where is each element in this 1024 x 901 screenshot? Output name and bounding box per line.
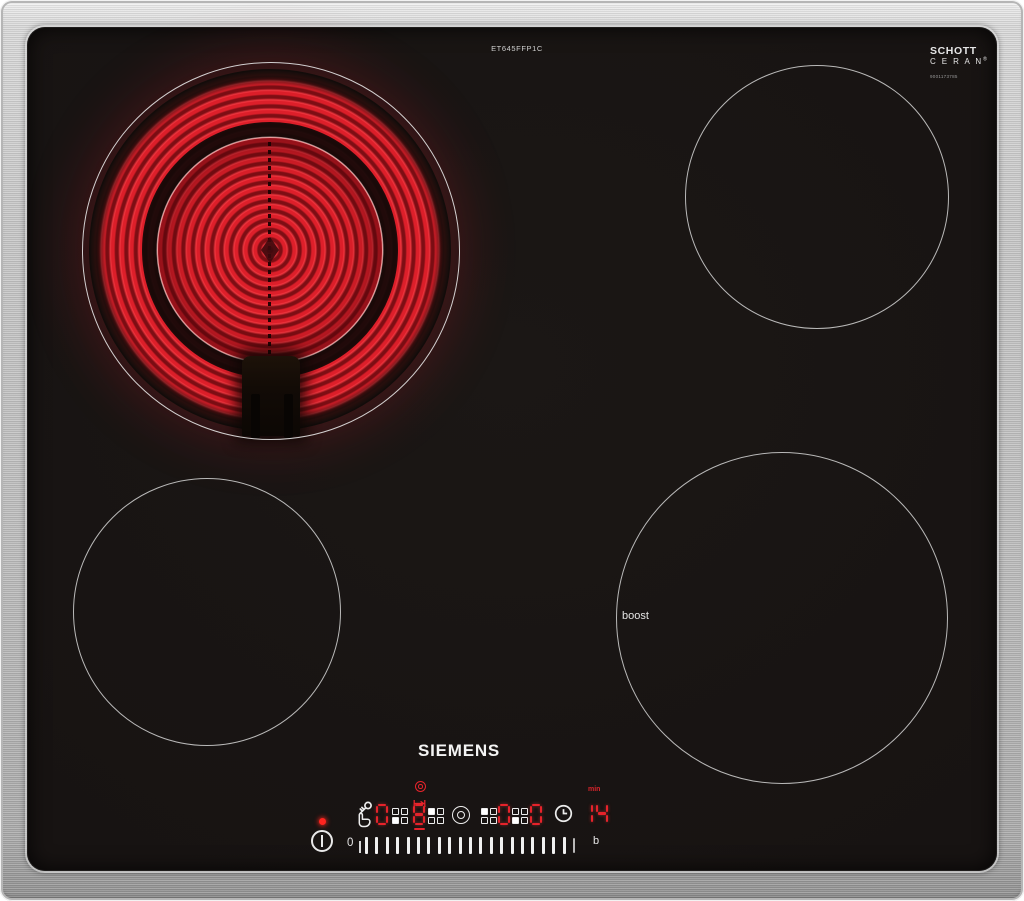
ceran-product-text: C E R A N® bbox=[930, 57, 982, 66]
schott-ceran-logo: SCHOTT C E R A N® 9001173785 bbox=[930, 45, 982, 79]
quadrant-br bbox=[490, 817, 497, 824]
slider-tick bbox=[386, 837, 389, 854]
slider-tick bbox=[542, 837, 545, 854]
timer-unit-label: min bbox=[588, 786, 600, 793]
quadrant-tr bbox=[401, 808, 408, 815]
quadrant-bl bbox=[428, 817, 435, 824]
quadrant-br bbox=[401, 817, 408, 824]
quadrant-tl bbox=[512, 808, 519, 815]
quadrant-tl bbox=[428, 808, 435, 815]
slider-zero-tick bbox=[359, 841, 361, 853]
registered-mark: ® bbox=[983, 56, 987, 62]
power-icon-bar bbox=[321, 835, 323, 847]
slider-tick bbox=[552, 837, 555, 854]
power-slider-ticks[interactable] bbox=[365, 837, 577, 855]
quadrant-bl bbox=[512, 817, 519, 824]
slider-tick bbox=[438, 837, 441, 854]
slider-tick bbox=[417, 837, 420, 854]
quadrant-br bbox=[521, 817, 528, 824]
quadrant-tr bbox=[521, 808, 528, 815]
display-back-right bbox=[498, 804, 510, 825]
display-front-left bbox=[376, 804, 388, 825]
burner-back-left-outline bbox=[82, 62, 460, 440]
slider-tick bbox=[490, 837, 493, 854]
quadrant-tl bbox=[392, 808, 399, 815]
zone-select-front-right[interactable] bbox=[512, 808, 528, 825]
quadrant-tr bbox=[437, 808, 444, 815]
quadrant-br bbox=[437, 817, 444, 824]
slider-tick bbox=[573, 838, 575, 853]
zone-select-back-right[interactable] bbox=[481, 808, 497, 825]
key-hand-lock-icon bbox=[352, 800, 374, 829]
quadrant-bl bbox=[392, 817, 399, 824]
display-back-left bbox=[413, 804, 425, 825]
siemens-logo: SIEMENS bbox=[413, 741, 505, 761]
model-number: ET645FFP1C bbox=[457, 44, 577, 53]
burner-front-left-outline bbox=[73, 478, 341, 746]
slider-tick bbox=[479, 837, 482, 854]
quadrant-tr bbox=[490, 808, 497, 815]
clock-icon bbox=[554, 804, 573, 823]
boost-zone-label: boost bbox=[622, 610, 649, 622]
slider-tick bbox=[563, 837, 566, 854]
slider-tick bbox=[365, 837, 368, 854]
schott-maker-text: SCHOTT bbox=[930, 45, 982, 57]
standby-led bbox=[319, 818, 326, 825]
serial-number: 9001173785 bbox=[930, 74, 982, 79]
double-circle-inner bbox=[457, 811, 465, 819]
timer-display bbox=[581, 803, 608, 824]
slider-tick bbox=[427, 837, 430, 854]
quadrant-bl bbox=[481, 817, 488, 824]
zone-select-front-left[interactable] bbox=[392, 808, 408, 825]
slider-start-label: 0 bbox=[347, 837, 353, 849]
slider-tick bbox=[531, 837, 534, 854]
timer-key[interactable] bbox=[554, 804, 573, 828]
slider-tick bbox=[396, 837, 399, 854]
cooktop-steel-frame: ET645FFP1C SCHOTT C E R A N® 9001173785 … bbox=[0, 0, 1024, 901]
slider-tick bbox=[511, 837, 514, 854]
double-circle-red-icon bbox=[415, 781, 426, 792]
burner-back-right-outline bbox=[685, 65, 949, 329]
double-circle-red-inner bbox=[418, 784, 423, 789]
slider-tick bbox=[459, 837, 462, 854]
double-circle-icon[interactable] bbox=[452, 806, 470, 824]
slider-tick bbox=[500, 837, 503, 854]
slider-end-label: b bbox=[593, 835, 599, 847]
slider-tick bbox=[469, 837, 472, 854]
slider-tick bbox=[407, 837, 410, 854]
slider-tick bbox=[521, 837, 524, 854]
burner-front-right-outline bbox=[616, 452, 948, 784]
display-front-right bbox=[530, 804, 542, 825]
zone-select-back-left[interactable] bbox=[428, 808, 444, 825]
power-icon[interactable] bbox=[311, 830, 333, 852]
child-lock-key[interactable] bbox=[352, 800, 374, 834]
slider-tick bbox=[375, 837, 378, 854]
quadrant-tl bbox=[481, 808, 488, 815]
slider-tick bbox=[448, 837, 451, 854]
